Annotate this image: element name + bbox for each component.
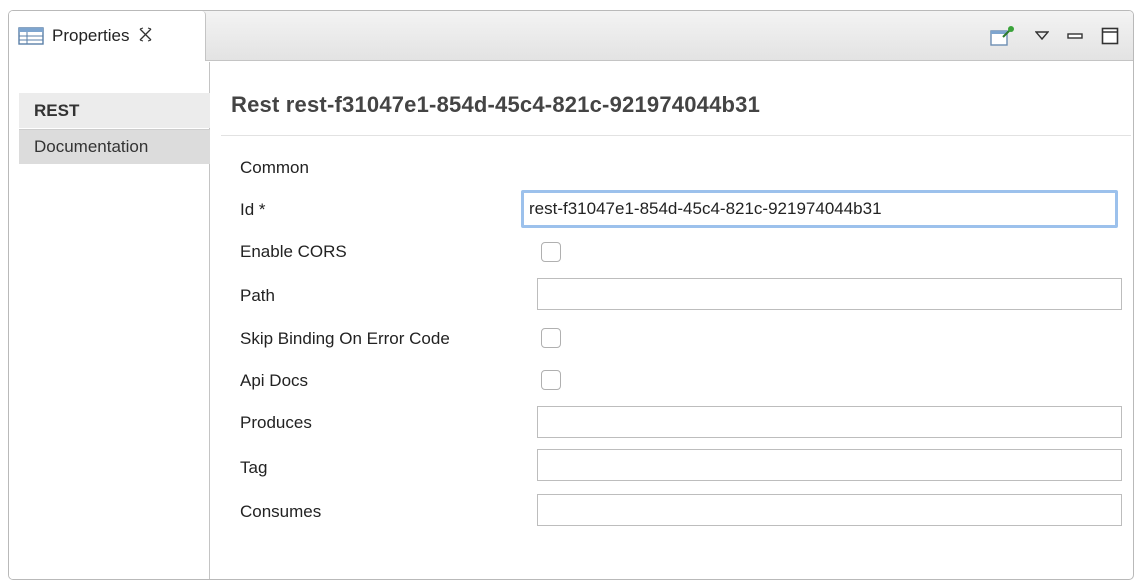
path-field[interactable] [537, 278, 1122, 310]
produces-label: Produces [240, 413, 312, 432]
pin-icon[interactable] [989, 25, 1015, 47]
properties-tab[interactable]: Properties [9, 11, 206, 61]
path-label: Path [240, 286, 275, 305]
api-docs-checkbox[interactable] [541, 370, 561, 390]
enable-cors-label: Enable CORS [240, 242, 347, 261]
properties-view: Properties REST Documentation Rest rest-… [8, 10, 1134, 580]
page-title: Rest rest-f31047e1-854d-45c4-821c-921974… [231, 92, 761, 117]
skip-binding-label: Skip Binding On Error Code [240, 329, 450, 348]
id-label: Id * [240, 200, 266, 219]
skip-binding-checkbox[interactable] [541, 328, 561, 348]
maximize-icon[interactable] [1101, 27, 1119, 45]
enable-cors-checkbox[interactable] [541, 242, 561, 262]
close-icon[interactable] [138, 27, 153, 46]
view-toolbar [989, 23, 1119, 49]
consumes-label: Consumes [240, 502, 322, 521]
consumes-field[interactable] [537, 494, 1122, 526]
view-menu-icon[interactable] [1035, 31, 1049, 41]
section-label-common: Common [240, 158, 309, 177]
tag-label: Tag [240, 458, 268, 477]
minimize-icon[interactable] [1067, 31, 1083, 41]
table-icon [18, 27, 44, 45]
title-divider [221, 135, 1131, 136]
api-docs-label: Api Docs [240, 371, 309, 390]
view-title-bar: Properties [9, 11, 1133, 61]
tag-field[interactable] [537, 449, 1122, 481]
sidebar-item-documentation[interactable]: Documentation [19, 129, 210, 164]
id-field[interactable] [521, 190, 1118, 228]
properties-content: Rest rest-f31047e1-854d-45c4-821c-921974… [211, 62, 1133, 579]
produces-field[interactable] [537, 406, 1122, 438]
sidebar-item-rest[interactable]: REST [19, 93, 210, 128]
section-tabs-sidebar: REST Documentation [9, 62, 210, 579]
tab-title: Properties [52, 26, 130, 45]
